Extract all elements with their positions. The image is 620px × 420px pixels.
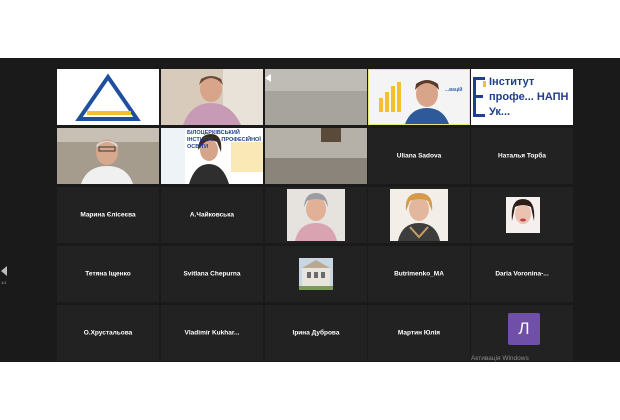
participant-tile[interactable]: Vladimir Kukhar...	[161, 305, 263, 361]
video-tile-room[interactable]	[265, 128, 367, 184]
profile-photo-icon	[390, 189, 448, 241]
participant-video-icon	[161, 69, 263, 125]
participant-name: Vladimir Kukhar...	[184, 329, 240, 337]
building-photo-icon	[299, 258, 333, 290]
participant-tile[interactable]: Марина Єлісеєва	[57, 187, 159, 243]
institute-logo-icon	[473, 77, 486, 117]
participant-name: Марина Єлісеєва	[80, 211, 136, 219]
video-tile-active-speaker[interactable]: ...вацій	[368, 69, 470, 125]
participant-tile[interactable]: Наталья Торба	[471, 128, 573, 184]
participant-name: О.Хрустальова	[83, 329, 133, 337]
participant-name: Svitlana Chepurna	[183, 270, 241, 278]
video-tile-institute[interactable]: Інститут профе... НАПН Ук...	[471, 69, 573, 125]
video-tile-logo[interactable]	[57, 69, 159, 125]
participant-tile[interactable]: Мартин Юлія	[368, 305, 470, 361]
participant-name: А.Чайковська	[189, 211, 235, 219]
participant-name: Daria Voronina-...	[495, 270, 549, 278]
participant-avatar-tile[interactable]: Л	[471, 305, 573, 361]
participant-tile[interactable]: Daria Voronina-...	[471, 246, 573, 302]
participant-name: Butrimenko_MA	[394, 270, 444, 278]
video-tile-participant[interactable]	[57, 128, 159, 184]
banner-text: ...вацій	[445, 87, 463, 93]
video-tile-participant[interactable]: БІЛОЦЕРКІВСЬКИЙ ІНСТИТУТ ... ПРОФЕСІЙНОЇ…	[161, 128, 263, 184]
participant-name: Мартин Юлія	[397, 329, 441, 337]
previous-page-icon[interactable]	[1, 266, 7, 276]
speaker-video-icon	[369, 70, 469, 124]
triangle-logo-icon	[75, 73, 141, 121]
participant-name: Тетяна Іщенко	[85, 270, 131, 278]
room-video-icon	[265, 128, 367, 184]
participant-photo-tile[interactable]	[265, 246, 367, 302]
participant-photo-tile[interactable]	[265, 187, 367, 243]
participant-photo-tile[interactable]	[368, 187, 470, 243]
participant-tile[interactable]: Ірина Дуброва	[265, 305, 367, 361]
participant-video-icon	[57, 128, 159, 184]
participant-name: Наталья Торба	[498, 152, 546, 160]
profile-photo-icon	[506, 197, 540, 233]
banner-text: БІЛОЦЕРКІВСЬКИЙ ІНСТИТУТ ... ПРОФЕСІЙНОЇ…	[187, 130, 261, 150]
participant-tile[interactable]: Svitlana Chepurna	[161, 246, 263, 302]
participant-tile[interactable]: О.Хрустальова	[57, 305, 159, 361]
participant-name: Uliana Sadova	[396, 152, 442, 160]
participant-name: Ірина Дуброва	[292, 329, 340, 337]
video-tile-room[interactable]	[265, 69, 367, 125]
institute-banner-text: Інститут профе... НАПН Ук...	[489, 76, 569, 118]
participant-tile[interactable]: Тетяна Іщенко	[57, 246, 159, 302]
participant-tile[interactable]: А.Чайковська	[161, 187, 263, 243]
room-video-icon	[265, 69, 367, 125]
page-indicator: 1/1	[1, 280, 7, 285]
participant-photo-tile[interactable]	[471, 187, 573, 243]
participant-tile[interactable]: Butrimenko_MA	[368, 246, 470, 302]
avatar: Л	[508, 313, 540, 345]
video-tile-participant[interactable]	[161, 69, 263, 125]
participant-tile[interactable]: Uliana Sadova	[368, 128, 470, 184]
profile-photo-icon	[287, 189, 345, 241]
windows-activation-watermark: Активація Windows	[471, 355, 529, 362]
